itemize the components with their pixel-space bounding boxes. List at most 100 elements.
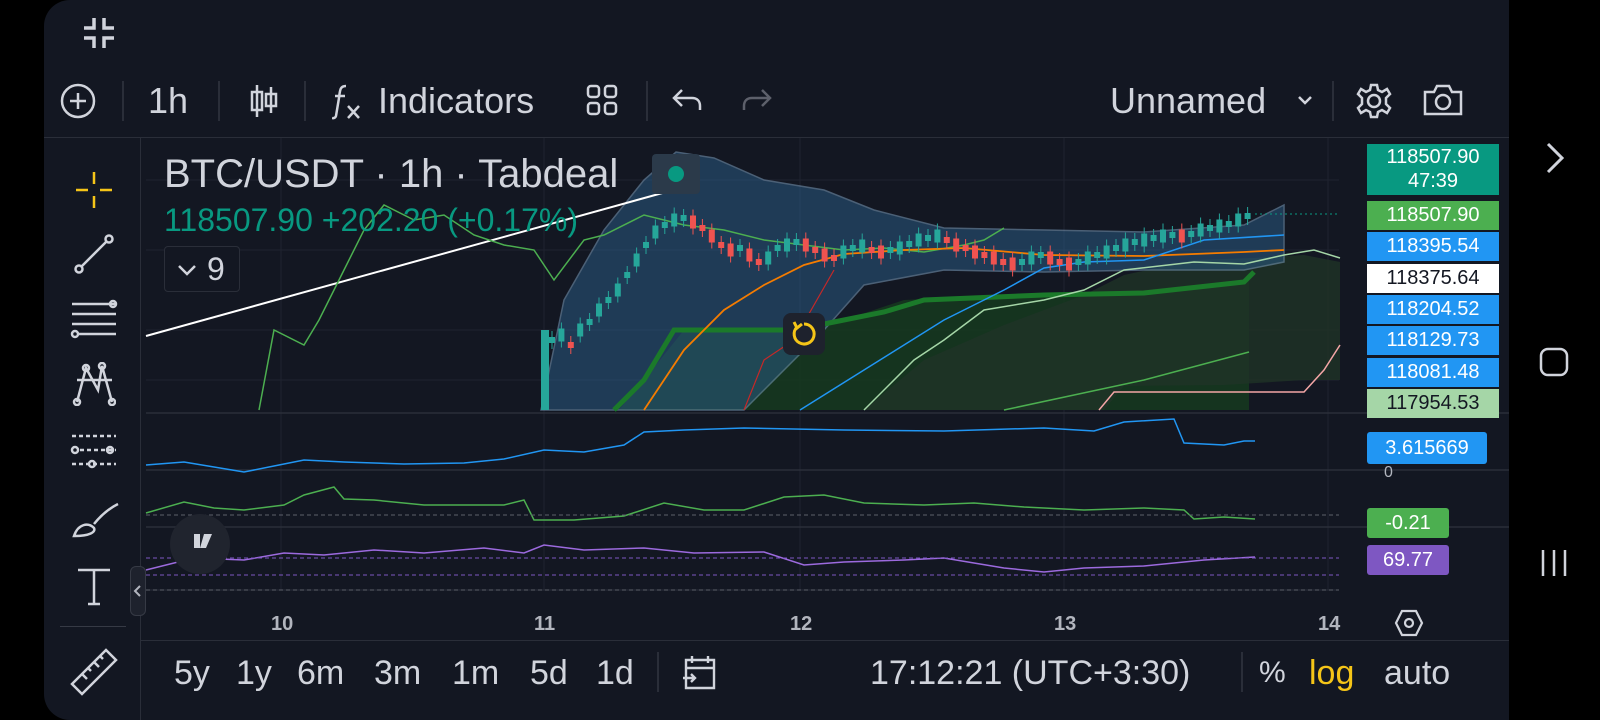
range-1d[interactable]: 1d [596, 653, 634, 693]
range-6m[interactable]: 6m [297, 653, 344, 693]
candle-body [633, 253, 640, 267]
android-navigation-bar [1509, 0, 1600, 720]
candle-body [981, 252, 988, 258]
indicators-collapse-button[interactable]: 9 [164, 246, 240, 292]
candle-body [887, 247, 894, 253]
candle-body [1009, 257, 1016, 271]
candle-body [541, 330, 549, 410]
candle-body [652, 225, 659, 239]
fx-icon [332, 82, 362, 120]
time-tick: 13 [1054, 613, 1077, 635]
candle-body [596, 303, 602, 317]
reset-icon [792, 321, 816, 346]
candle-body [1094, 252, 1101, 258]
price-label: 118395.54 [1367, 232, 1499, 261]
candle-body [793, 239, 800, 245]
candle-countdown: 47:39 [1407, 170, 1459, 192]
candle-body [614, 283, 621, 297]
market-open-dot [668, 166, 684, 182]
log-toggle[interactable]: log [1309, 653, 1354, 693]
candles-icon[interactable] [248, 83, 280, 119]
time-tick: 12 [790, 613, 813, 635]
price-label: 118204.52 [1367, 295, 1499, 324]
add-circle-icon[interactable] [60, 83, 96, 119]
time-tick: 14 [1318, 613, 1341, 635]
layout-name: Unnamed [1110, 80, 1267, 121]
candle-body [1019, 259, 1025, 265]
range-3m[interactable]: 3m [374, 653, 421, 693]
redo-icon[interactable] [742, 88, 772, 112]
candle-body [727, 243, 734, 257]
symbol-price-change: 118507.90 +202.20 (+0.17%) [164, 202, 578, 238]
hexagon-settings-icon[interactable] [1394, 608, 1424, 638]
candle-body [896, 241, 903, 255]
range-5d[interactable]: 5d [530, 653, 568, 693]
candle-body [1207, 225, 1213, 231]
candle-body [868, 247, 875, 253]
candle-body [784, 238, 790, 252]
clock[interactable]: 17:12:21 (UTC+3:30) [870, 653, 1190, 693]
tradingview-logo[interactable] [170, 514, 230, 574]
pane1-line [145, 418, 1255, 473]
pane2-value: -0.21 [1367, 508, 1449, 538]
range-5y[interactable]: 5y [174, 653, 210, 693]
candle-body [1225, 221, 1232, 227]
price-label-current: 118507.90 47:39 [1367, 144, 1499, 195]
candle-body [1169, 232, 1176, 238]
candle-body [962, 245, 969, 251]
camera-icon[interactable] [1422, 83, 1464, 117]
android-home-icon[interactable] [1539, 347, 1569, 377]
bottom-divider [657, 652, 659, 692]
time-tick: 10 [271, 613, 294, 635]
candle-body [1122, 238, 1129, 252]
price-label-text: 118507.90 [1386, 146, 1480, 168]
candle-body [1150, 235, 1157, 241]
compress-icon[interactable] [82, 16, 116, 50]
candle-body [802, 238, 809, 252]
candle-body [906, 241, 913, 247]
candle-body [690, 215, 696, 229]
range-1m[interactable]: 1m [452, 653, 499, 693]
price-label: 118081.48 [1367, 358, 1499, 387]
range-1y[interactable]: 1y [236, 653, 272, 693]
gear-icon[interactable] [1355, 82, 1393, 120]
candle-body [849, 245, 856, 251]
candle-body [624, 272, 631, 278]
android-recents-icon[interactable] [1539, 548, 1569, 578]
reset-chart-button[interactable] [783, 313, 825, 355]
candle-body [755, 259, 762, 265]
candle-body [943, 237, 950, 243]
candle-body [699, 225, 706, 231]
candle-body [558, 328, 565, 342]
candle-body [737, 245, 743, 251]
candle-body [1047, 251, 1054, 265]
candle-body [567, 342, 574, 348]
indicators-label: Indicators [378, 80, 535, 121]
templates-icon[interactable] [586, 84, 618, 116]
candle-body [765, 251, 772, 265]
candle-body [1244, 213, 1251, 219]
price-label: 117954.53 [1367, 389, 1499, 418]
pane1-value: 3.615669 [1367, 432, 1487, 464]
candle-body [1141, 233, 1148, 247]
calendar-icon[interactable] [681, 654, 719, 692]
price-label: 118375.64 [1367, 264, 1499, 293]
auto-toggle[interactable]: auto [1384, 653, 1450, 693]
candle-body [1066, 257, 1072, 271]
candle-body [840, 245, 847, 259]
chevron-right-icon[interactable] [1545, 142, 1565, 174]
candle-body [746, 248, 753, 262]
bottom-divider [1241, 652, 1243, 692]
symbol-title[interactable]: BTC/USDT · 1h · Tabdeal [164, 152, 618, 196]
candle-body [812, 247, 819, 253]
undo-icon[interactable] [672, 88, 702, 112]
candle-body [1084, 251, 1091, 265]
interval-button[interactable]: 1h [148, 81, 188, 121]
candle-body [549, 337, 555, 343]
candle-body [774, 245, 781, 251]
candle-body [708, 229, 715, 243]
toolbar-divider [646, 81, 648, 121]
percent-toggle[interactable]: % [1259, 653, 1286, 693]
toolbar-divider [304, 81, 306, 121]
chart-app: 1h Indicators Unnamed BTC/USDT · 1h · Ta… [44, 0, 1509, 720]
